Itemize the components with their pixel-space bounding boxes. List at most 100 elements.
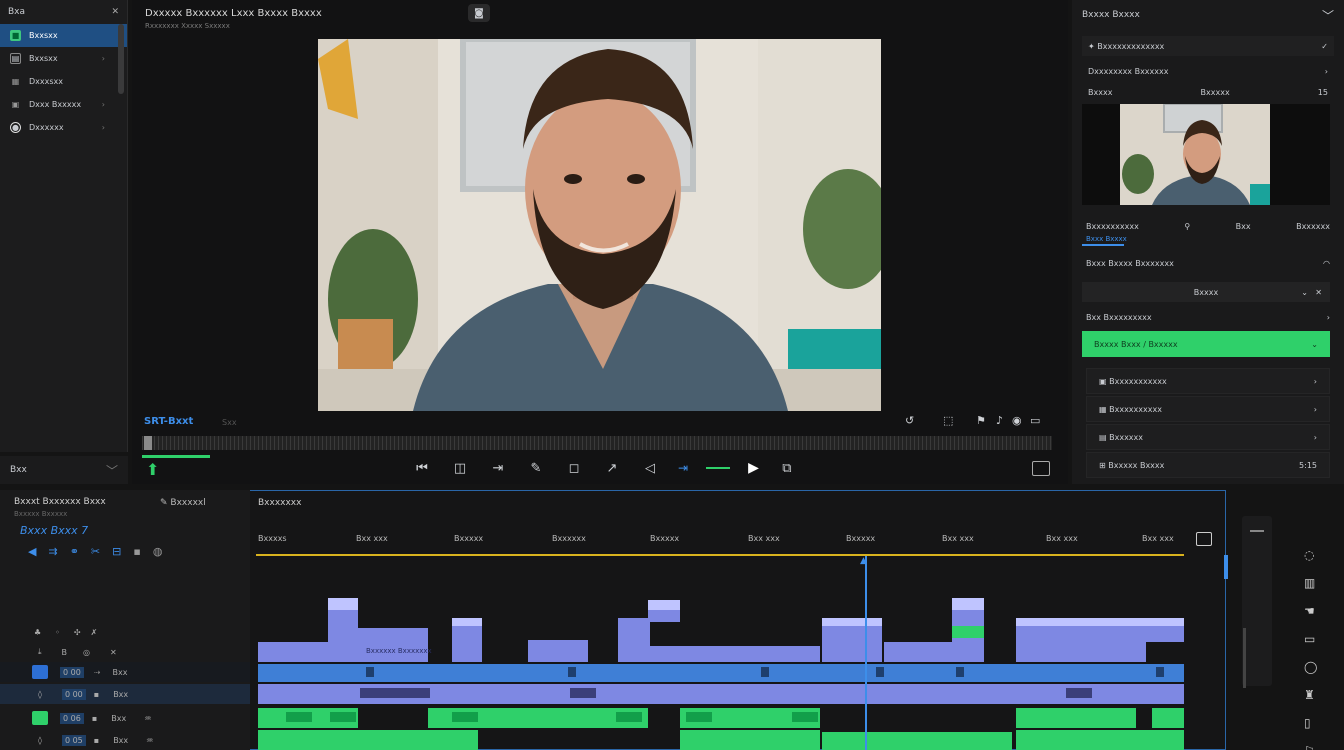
crop-icon: ▣ xyxy=(1099,376,1107,386)
timeline-scrollbar[interactable] xyxy=(1224,555,1228,579)
tab-active[interactable]: Bxxxxxxxxxx xyxy=(1086,222,1139,231)
flag-icon[interactable]: ⚐ xyxy=(1304,744,1317,750)
option-row[interactable]: ▤ Bxxxxxx › xyxy=(1086,424,1330,450)
link-icon[interactable]: ⚭ xyxy=(70,545,79,558)
nav-item-settings[interactable]: ● Dxxxxxx › xyxy=(0,116,127,139)
nav-item-layers[interactable]: ▦ Dxxxsxx xyxy=(0,70,127,93)
chevron-down-icon: ⌄ xyxy=(1311,339,1318,349)
select-dropdown[interactable]: Bxxxx ⌄ ✕ xyxy=(1082,282,1330,302)
close-icon[interactable]: ✕ xyxy=(111,7,119,17)
playhead-marker[interactable]: ▲ xyxy=(860,556,867,566)
video-editor-app: Bxa ✕ ■ Bxxsxx ▤ Bxxsxx › ▦ Dxxxsxx ▣ Dx… xyxy=(0,0,1344,750)
portrait-illustration xyxy=(318,39,881,411)
apply-preset-button[interactable]: Bxxxx Bxxx / Bxxxxx ⌄ xyxy=(1082,331,1330,357)
select-icon[interactable]: ◀ xyxy=(28,545,36,558)
left-scrollbar[interactable] xyxy=(118,24,124,94)
crop-icon[interactable]: ◻ xyxy=(564,461,584,476)
grid-icon[interactable]: ◫ xyxy=(450,461,470,476)
skip-back-icon[interactable]: ⏮ xyxy=(412,461,432,476)
folder-icon: ▤ xyxy=(10,53,21,64)
ripple-icon[interactable]: ⇉ xyxy=(48,545,57,558)
video-preview[interactable] xyxy=(318,39,881,411)
camera-icon[interactable]: ◙ xyxy=(468,4,490,22)
track-header: ♣ ◦ ✣ ✗ xyxy=(0,622,250,642)
square-icon[interactable]: ▭ xyxy=(1304,632,1317,646)
snap-icon[interactable]: ⊟ xyxy=(112,545,121,558)
viewer-subtitle: Rxxxxxxx Xxxxx Sxxxxx xyxy=(145,22,230,30)
work-area-bar[interactable] xyxy=(256,554,1184,556)
preview-thumbnail[interactable] xyxy=(1082,104,1330,205)
meter-panel xyxy=(1242,516,1272,686)
left-footer: Bxx ﹀ xyxy=(0,456,128,484)
fullscreen-button[interactable] xyxy=(1032,461,1050,476)
mute-icon[interactable]: ✣ xyxy=(74,628,81,637)
timeline-settings-icon[interactable] xyxy=(1196,532,1212,546)
collapse-icon[interactable]: ◠ xyxy=(1323,259,1330,268)
audio-icon[interactable]: ♪ xyxy=(996,414,1003,427)
ruler-icon[interactable]: ▥ xyxy=(1304,576,1317,590)
close-icon[interactable]: ✕ xyxy=(1315,288,1322,297)
timeline-preset[interactable]: Bxxx Bxxx 7 xyxy=(20,524,88,537)
page-icon[interactable]: ▯ xyxy=(1304,716,1317,730)
playhead[interactable] xyxy=(865,556,867,750)
option-row[interactable]: ▣ Bxxxxxxxxxxx › xyxy=(1086,368,1330,394)
rewind-icon[interactable]: ◁ xyxy=(640,461,660,476)
in-point-icon[interactable]: ⇥ xyxy=(678,461,688,475)
option-row[interactable]: ⊞ Bxxxxx Bxxxx 5:15 xyxy=(1086,452,1330,478)
timeline-toolbar: ◀ ⇉ ⚭ ✂ ⊟ ▪ ◍ xyxy=(28,545,162,558)
snapshot-icon[interactable]: ⧉ xyxy=(777,461,797,476)
timeline-tool[interactable]: ✎ Bxxxxxl xyxy=(160,498,206,508)
captions-icon[interactable]: ▭ xyxy=(1030,414,1040,427)
upload-arrow-icon[interactable]: ⬆ xyxy=(146,460,159,479)
export-icon[interactable]: ⬚ xyxy=(943,414,953,427)
side-toolbar: ◌ ▥ ☚ ▭ ◯ ♜ ▯ ⚐ xyxy=(1304,548,1317,750)
hand-icon[interactable]: ☚ xyxy=(1304,604,1317,618)
forward-icon[interactable]: ⇥ xyxy=(488,461,508,476)
razor-icon[interactable]: ✂ xyxy=(91,545,100,558)
marker-icon[interactable]: ⚑ xyxy=(976,414,986,427)
layers-icon: ▤ xyxy=(1099,432,1107,442)
waveform-icon[interactable]: ♒ xyxy=(144,714,151,723)
video-track-toggle[interactable] xyxy=(32,665,48,679)
time-ruler[interactable]: Bxxxxs Bxx xxx Bxxxxx Bxxxxxx Bxxxxx Bxx… xyxy=(256,530,1184,552)
person-icon[interactable]: ⚲ xyxy=(1184,222,1190,231)
marker-icon[interactable]: ▪ xyxy=(133,545,140,558)
chevron-down-icon: ⌄ xyxy=(1301,287,1308,297)
audio-track-toggle[interactable] xyxy=(32,711,48,725)
track-header: 0 00 ⇢ Bxx xyxy=(0,662,250,682)
timecode: SRT-Bxxt xyxy=(144,416,194,427)
chevron-down-icon[interactable]: ﹀ xyxy=(106,462,118,479)
loop-icon[interactable]: ↺ xyxy=(905,414,914,427)
arrow-icon[interactable]: ↗ xyxy=(602,461,622,476)
solo-icon[interactable]: ✗ xyxy=(91,628,98,637)
play-button[interactable]: ▶ xyxy=(748,460,759,476)
track-header: ◊ 0 05 ▪ Bxx ♒ xyxy=(38,734,154,746)
settings-icon: ● xyxy=(10,122,21,133)
stamp-icon[interactable]: ♜ xyxy=(1304,688,1317,702)
volume-icon[interactable]: ◉ xyxy=(1012,414,1022,427)
chevron-down-icon[interactable]: ﹀ xyxy=(1322,7,1334,24)
nav-item-media[interactable]: ■ Bxxsxx xyxy=(0,24,127,47)
lasso-icon[interactable]: ◌ xyxy=(1304,548,1317,562)
timeline-subtitle: Bxxxxx Bxxxxx xyxy=(14,510,68,518)
option-row[interactable]: ▦ Bxxxxxxxxxx › xyxy=(1086,396,1330,422)
pen-icon[interactable]: ✎ xyxy=(526,461,546,476)
clip-label: Bxxxxxx Bxxxxxxx xyxy=(366,647,432,655)
tracks-graphic xyxy=(258,598,1184,750)
expand-icon[interactable]: ✓ xyxy=(1321,42,1328,51)
eye-icon[interactable]: ◦ xyxy=(55,628,60,637)
scrub-handle[interactable] xyxy=(144,436,152,450)
viewer-title: Dxxxxx Bxxxxxx Lxxx Bxxxx Bxxxx xyxy=(145,8,322,19)
timeline-title: Bxxxt Bxxxxxx Bxxx xyxy=(14,497,106,507)
pin-icon: ✦ xyxy=(1088,41,1095,51)
nav-item-folder[interactable]: ▤ Bxxsxx › xyxy=(0,47,127,70)
settings-icon: ⊞ xyxy=(1099,460,1106,470)
media-icon: ■ xyxy=(10,30,21,41)
lock-icon[interactable]: ♣ xyxy=(34,628,41,637)
timeline-tracks[interactable] xyxy=(256,560,1184,750)
sequence-name: Bxxxxxxx xyxy=(258,498,302,508)
settings-icon[interactable]: ◍ xyxy=(153,545,163,558)
scrub-bar[interactable] xyxy=(142,436,1052,450)
circle-icon[interactable]: ◯ xyxy=(1304,660,1317,674)
nav-item-effects[interactable]: ▣ Dxxx Bxxxxx › xyxy=(0,93,127,116)
